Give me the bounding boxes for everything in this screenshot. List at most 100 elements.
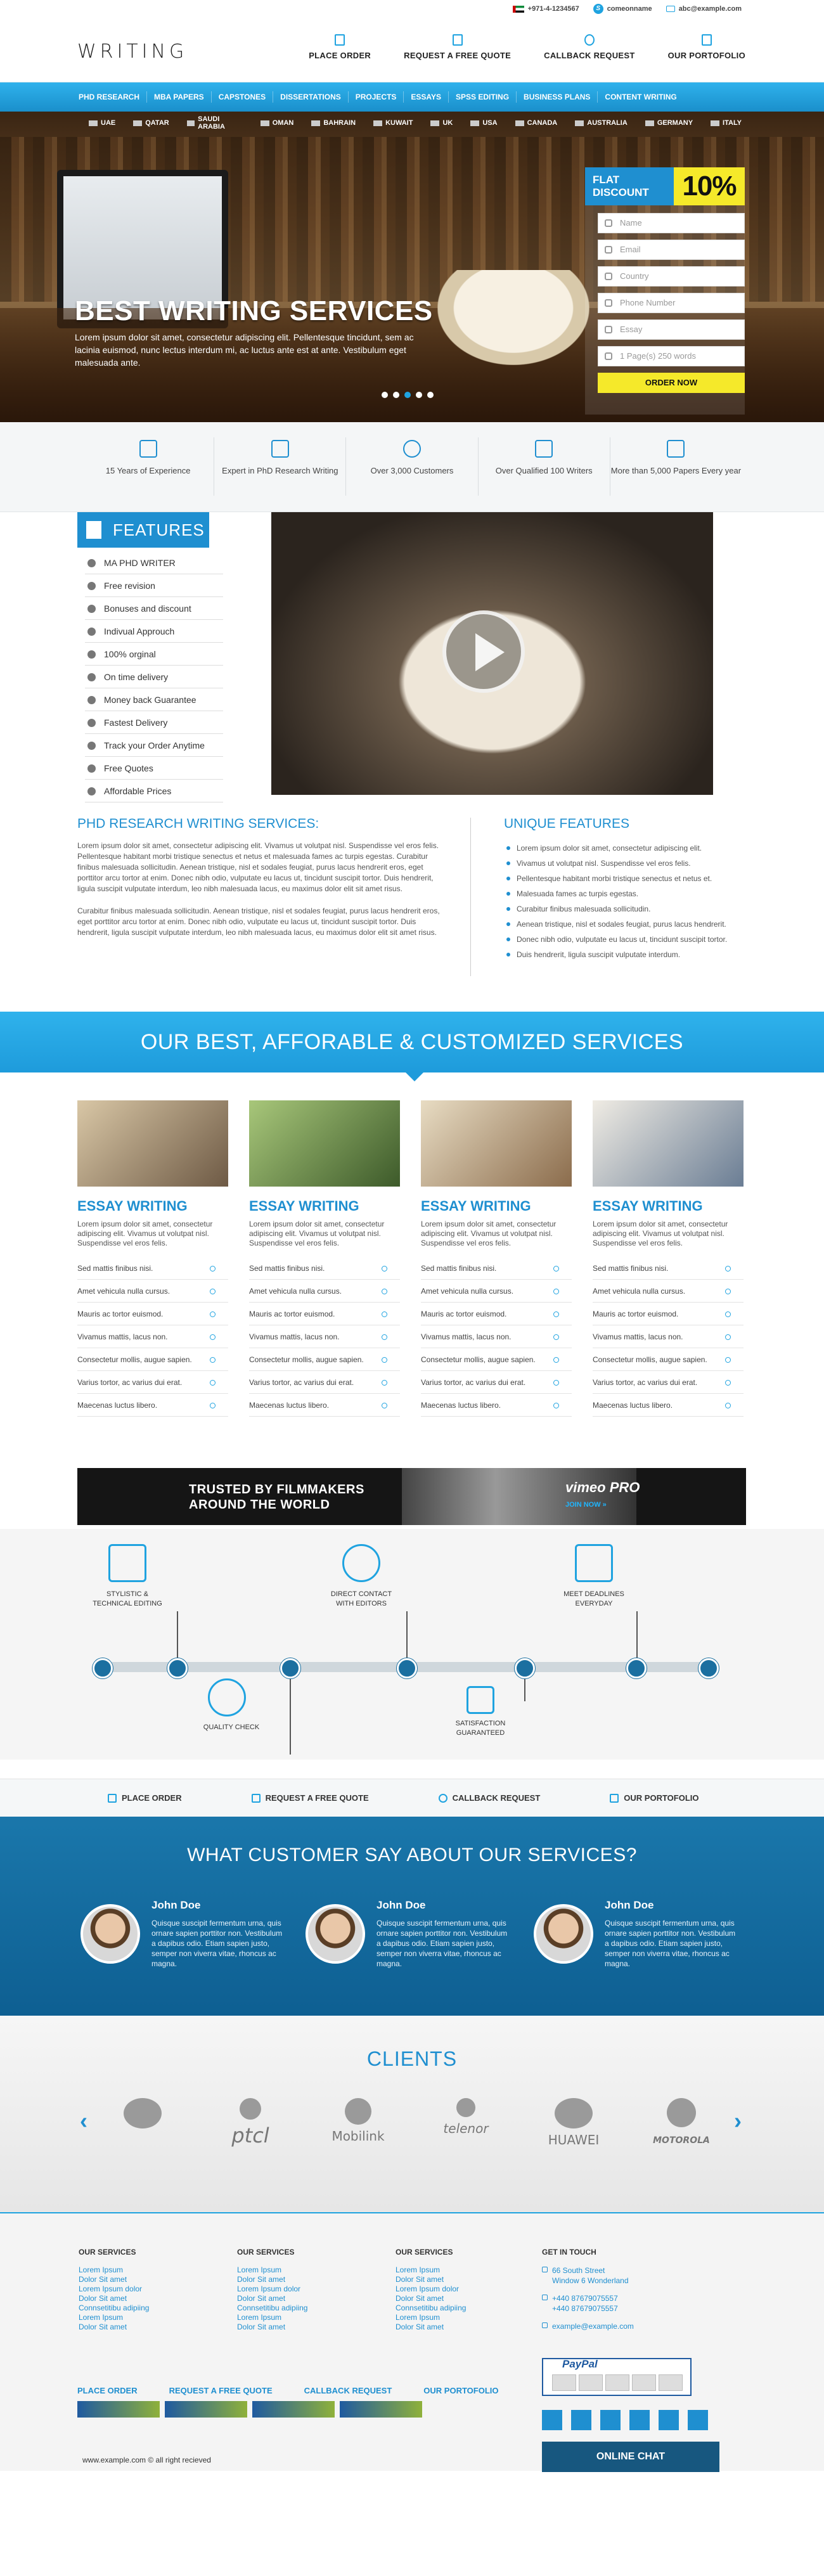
chevron-right-icon[interactable]: › (734, 2108, 742, 2134)
footer-link[interactable]: Connsetitibu adipiing (396, 2303, 466, 2313)
slider-dot[interactable] (382, 392, 388, 398)
footer-nav-link[interactable]: OUR PORTOFOLIO (423, 2386, 498, 2395)
secondary-nav-place-order[interactable]: PLACE ORDER (108, 1793, 182, 1803)
dribbble-icon[interactable] (629, 2410, 650, 2430)
footer-link[interactable]: Dolor Sit amet (396, 2275, 466, 2284)
service-item[interactable]: Sed mattis finibus nisi. (77, 1257, 228, 1280)
service-item[interactable]: Consectetur mollis, augue sapien. (421, 1348, 572, 1371)
online-chat-button[interactable]: ONLINE CHAT (542, 2442, 719, 2472)
country-field[interactable]: Country (598, 266, 745, 287)
skype-icon[interactable] (542, 2410, 562, 2430)
footer-link[interactable]: Dolor Sit amet (396, 2322, 466, 2332)
client-logo-telenor[interactable]: telenor (431, 2098, 501, 2148)
footer-nav-link[interactable]: CALLBACK REQUEST (304, 2386, 392, 2395)
order-now-button[interactable]: ORDER NOW (598, 373, 745, 393)
phone-field[interactable]: Phone Number (598, 293, 745, 313)
site-logo[interactable]: WRITING (77, 41, 188, 63)
footer-nav-link[interactable]: PLACE ORDER (77, 2386, 138, 2395)
service-item[interactable]: Vivamus mattis, lacus non. (421, 1325, 572, 1348)
service-item[interactable]: Mauris ac tortor euismod. (421, 1303, 572, 1325)
service-item[interactable]: Varius tortor, ac varius dui erat. (249, 1371, 400, 1394)
service-item[interactable]: Amet vehicula nulla cursus. (421, 1280, 572, 1303)
menu-item[interactable]: CONTENT WRITING (598, 91, 683, 103)
slider-dot[interactable] (427, 392, 434, 398)
country-item[interactable]: BAHRAIN (311, 115, 356, 131)
footer-link[interactable]: Dolor Sit amet (237, 2294, 307, 2303)
service-item[interactable]: Consectetur mollis, augue sapien. (593, 1348, 744, 1371)
client-logo[interactable] (108, 2098, 177, 2148)
service-item[interactable]: Vivamus mattis, lacus non. (77, 1325, 228, 1348)
client-logo-huawei[interactable]: HUAWEI (539, 2098, 608, 2148)
menu-item[interactable]: PROJECTS (349, 91, 404, 103)
service-item[interactable]: Mauris ac tortor euismod. (593, 1303, 744, 1325)
country-item[interactable]: QATAR (133, 115, 169, 131)
skype-info[interactable]: Scomeonname (593, 4, 652, 14)
menu-item[interactable]: CAPSTONES (212, 91, 274, 103)
service-item[interactable]: Sed mattis finibus nisi. (249, 1257, 400, 1280)
service-item[interactable]: Varius tortor, ac varius dui erat. (421, 1371, 572, 1394)
secondary-nav-portfolio[interactable]: OUR PORTOFOLIO (610, 1793, 699, 1803)
phone-line[interactable]: +440 87679075557 (552, 2304, 618, 2313)
menu-item[interactable]: BUSINESS PLANS (517, 91, 598, 103)
service-item[interactable]: Maecenas luctus libero. (421, 1394, 572, 1417)
nav-place-order[interactable]: PLACE ORDER (309, 34, 371, 60)
service-item[interactable]: Mauris ac tortor euismod. (77, 1303, 228, 1325)
service-title[interactable]: ESSAY WRITING (77, 1198, 228, 1214)
footer-link[interactable]: Lorem Ipsum (79, 2313, 149, 2322)
secondary-nav-callback[interactable]: CALLBACK REQUEST (438, 1793, 540, 1803)
footer-link[interactable]: Lorem Ipsum (237, 2313, 307, 2322)
footer-nav-link[interactable]: REQUEST A FREE QUOTE (169, 2386, 273, 2395)
country-item[interactable]: UK (430, 115, 453, 131)
country-item[interactable]: AUSTRALIA (575, 115, 628, 131)
footer-link[interactable]: Lorem Ipsum (396, 2313, 466, 2322)
footer-link[interactable]: Dolor Sit amet (237, 2275, 307, 2284)
service-item[interactable]: Amet vehicula nulla cursus. (77, 1280, 228, 1303)
country-item[interactable]: KUWAIT (373, 115, 413, 131)
service-title[interactable]: ESSAY WRITING (249, 1198, 400, 1214)
menu-item[interactable]: ESSAYS (404, 91, 449, 103)
service-item[interactable]: Maecenas luctus libero. (249, 1394, 400, 1417)
service-item[interactable]: Varius tortor, ac varius dui erat. (77, 1371, 228, 1394)
pages-select[interactable]: 1 Page(s) 250 words (598, 346, 745, 366)
footer-link[interactable]: Dolor Sit amet (237, 2322, 307, 2332)
service-item[interactable]: Maecenas luctus libero. (77, 1394, 228, 1417)
service-item[interactable]: Vivamus mattis, lacus non. (593, 1325, 744, 1348)
google-plus-icon[interactable] (571, 2410, 591, 2430)
menu-item[interactable]: MBA PAPERS (147, 91, 212, 103)
footer-link[interactable]: Connsetitibu adipiing (79, 2303, 149, 2313)
service-item[interactable]: Consectetur mollis, augue sapien. (77, 1348, 228, 1371)
service-item[interactable]: Amet vehicula nulla cursus. (593, 1280, 744, 1303)
service-item[interactable]: Sed mattis finibus nisi. (593, 1257, 744, 1280)
slider-dot[interactable] (393, 392, 399, 398)
facebook-icon[interactable] (600, 2410, 621, 2430)
secondary-nav-free-quote[interactable]: REQUEST A FREE QUOTE (251, 1793, 369, 1803)
footer-link[interactable]: Lorem Ipsum (396, 2265, 466, 2275)
country-item[interactable]: ITALY (711, 115, 742, 131)
footer-link[interactable]: Lorem Ipsum (79, 2265, 149, 2275)
menu-item[interactable]: SPSS EDITING (449, 91, 517, 103)
chevron-left-icon[interactable]: ‹ (80, 2108, 87, 2134)
name-field[interactable]: Name (598, 213, 745, 233)
client-logo-ptcl[interactable]: ptcl (216, 2098, 285, 2148)
play-icon[interactable] (442, 610, 525, 693)
footer-link[interactable]: Lorem Ipsum (237, 2265, 307, 2275)
footer-link[interactable]: Connsetitibu adipiing (237, 2303, 307, 2313)
client-logo-mobilink[interactable]: Mobilink (323, 2098, 393, 2148)
slider-dot[interactable] (416, 392, 422, 398)
service-item[interactable]: Consectetur mollis, augue sapien. (249, 1348, 400, 1371)
nav-callback[interactable]: CALLBACK REQUEST (544, 34, 634, 60)
instagram-icon[interactable] (688, 2410, 708, 2430)
footer-link[interactable]: Lorem Ipsum dolor (396, 2284, 466, 2294)
service-item[interactable]: Maecenas luctus libero. (593, 1394, 744, 1417)
footer-link[interactable]: Dolor Sit amet (79, 2322, 149, 2332)
video-player[interactable] (271, 512, 713, 795)
service-title[interactable]: ESSAY WRITING (593, 1198, 744, 1214)
footer-link[interactable]: Dolor Sit amet (79, 2275, 149, 2284)
email-field[interactable]: Email (598, 240, 745, 260)
nav-free-quote[interactable]: REQUEST A FREE QUOTE (404, 34, 511, 60)
footer-link[interactable]: Lorem Ipsum dolor (237, 2284, 307, 2294)
country-item[interactable]: CANADA (515, 115, 557, 131)
service-item[interactable]: Sed mattis finibus nisi. (421, 1257, 572, 1280)
vimeo-join-link[interactable]: JOIN NOW » (565, 1501, 607, 1509)
email-link[interactable]: example@example.com (552, 2322, 634, 2331)
